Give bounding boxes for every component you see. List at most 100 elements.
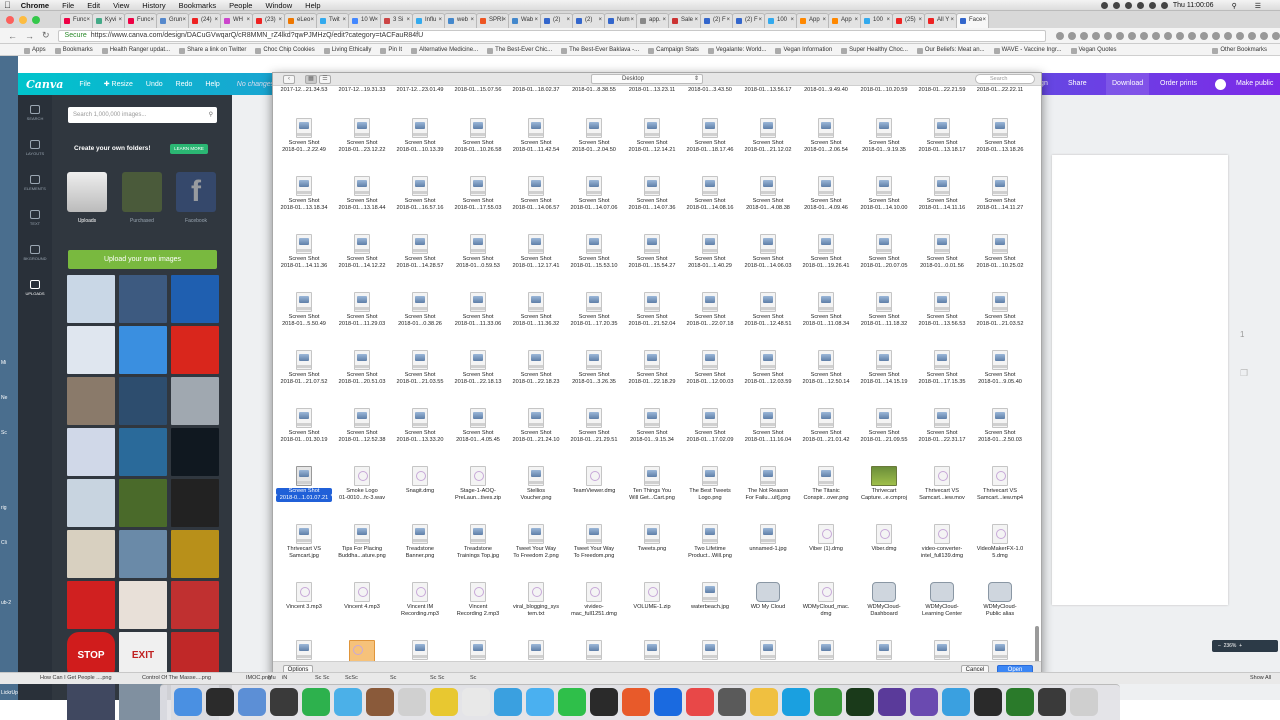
browser-tab[interactable]: Sale × [668, 13, 701, 28]
bookmark-item[interactable]: Choc Chip Cookies [255, 47, 315, 54]
download-item[interactable]: iN [282, 673, 287, 684]
extension-icon[interactable] [1236, 31, 1244, 40]
browser-tab[interactable]: web × [444, 13, 477, 28]
tab-close-icon[interactable]: × [822, 14, 826, 27]
zoom-window-icon[interactable] [32, 16, 40, 24]
file-item[interactable]: Screen Shot 2018-01...0.59.53 [449, 226, 507, 284]
file-item[interactable]: Screen Shot 2018-01...14.11.36 [275, 226, 333, 284]
file-item[interactable]: Ten Things You Will Get...Cart.png [623, 458, 681, 516]
canva-menu-help[interactable]: Help [205, 81, 219, 88]
file-item[interactable]: Screen Shot 2018-01...14.07.36 [623, 168, 681, 226]
browser-tab[interactable]: (2) F × [732, 13, 765, 28]
file-item[interactable]: Screen Shot 2018-01...14.11.16 [913, 168, 971, 226]
browser-tab[interactable]: Func × [60, 13, 93, 28]
file-item[interactable]: Screen Shot 2018-01...17.15.35 [913, 342, 971, 400]
desktop-icon-label[interactable]: LickrUpl [1, 690, 19, 696]
uploaded-image-thumbnail[interactable] [119, 275, 167, 323]
tab-close-icon[interactable]: × [726, 14, 730, 27]
zoom-out-icon[interactable]: – [1218, 643, 1221, 649]
top-row-file-label[interactable]: 2018-01...13.56.17 [739, 86, 797, 96]
tab-close-icon[interactable]: × [886, 14, 890, 27]
file-item[interactable] [971, 632, 1029, 661]
tab-close-icon[interactable]: × [182, 14, 186, 27]
browser-tab[interactable]: (2) F × [700, 13, 733, 28]
finder-icon[interactable] [174, 688, 202, 716]
browser-tab[interactable]: eLeo × [284, 13, 317, 28]
file-item[interactable]: Tweet Your Way To Freedom 2.png [507, 516, 565, 574]
bookmark-item[interactable]: Pin It [380, 47, 402, 54]
siri-icon[interactable] [206, 688, 234, 716]
menu-window[interactable]: Window [265, 1, 292, 10]
app-icon[interactable] [622, 688, 650, 716]
browser-tab[interactable]: Twit × [316, 13, 349, 28]
skype-icon[interactable] [814, 688, 842, 716]
image-search-input[interactable]: Search 1,000,000 images... ⚲ [68, 107, 217, 123]
uploads-tab[interactable]: Uploads [67, 218, 107, 224]
photos-icon[interactable] [750, 688, 778, 716]
file-item[interactable]: viral_blogging_sys tem.txt [507, 574, 565, 632]
tab-close-icon[interactable]: × [630, 14, 634, 27]
tab-close-icon[interactable]: × [918, 14, 922, 27]
download-item[interactable]: Control Of The Masse....png [142, 673, 211, 684]
file-item[interactable]: Screen Shot 2018-01...12.17.41 [507, 226, 565, 284]
bookmark-item[interactable]: Apps [24, 47, 46, 54]
uploaded-image-thumbnail[interactable] [171, 326, 219, 374]
file-item[interactable]: Screen Shot 2018-01...1.40.29 [681, 226, 739, 284]
menu-help[interactable]: Help [305, 1, 320, 10]
browser-tab[interactable]: Influ × [412, 13, 445, 28]
tab-close-icon[interactable]: × [86, 14, 90, 27]
file-item[interactable]: Screen Shot 2018-01...2.22.49 [275, 110, 333, 168]
file-item[interactable]: WDMyCloud- Learning Center [913, 574, 971, 632]
tab-close-icon[interactable]: × [310, 14, 314, 27]
menu-people[interactable]: People [229, 1, 252, 10]
zoom-icon[interactable] [782, 688, 810, 716]
file-item[interactable]: Treadstone Trainings Top.jpg [449, 516, 507, 574]
file-item[interactable]: Screen Shot 2018-01...10.13.39 [391, 110, 449, 168]
file-item[interactable]: Treadstone Banner.png [391, 516, 449, 574]
file-item[interactable]: Screen Shot 2018-01...20.51.03 [333, 342, 391, 400]
tab-close-icon[interactable]: × [438, 14, 442, 27]
file-item[interactable]: Screen Shot 2018-01...21.24.10 [507, 400, 565, 458]
file-item[interactable]: Screen Shot 2018-01...12.14.21 [623, 110, 681, 168]
file-item[interactable]: Screen Shot 2018-01...13.18.17 [913, 110, 971, 168]
file-item[interactable] [739, 632, 797, 661]
file-item[interactable]: Screen Shot 2018-01...12.50.14 [797, 342, 855, 400]
viber-icon[interactable] [878, 688, 906, 716]
file-item[interactable]: Screen Shot 2018-01...2.04.50 [565, 110, 623, 168]
facebook-icon[interactable]: f [176, 172, 216, 212]
extension-icon[interactable] [1272, 31, 1280, 40]
tab-close-icon[interactable]: × [470, 14, 474, 27]
file-item[interactable]: Screen Shot 2018-01...13.18.44 [333, 168, 391, 226]
file-item[interactable]: Screen Shot 2018-01...2.06.54 [797, 110, 855, 168]
uploaded-image-thumbnail[interactable] [67, 683, 115, 720]
forward-icon[interactable]: → [25, 31, 34, 41]
extension-icon[interactable] [1188, 31, 1196, 40]
file-item[interactable]: Screen Shot 2018-01...4.09.46 [797, 168, 855, 226]
location-popup[interactable]: Desktop ⇕ [591, 74, 703, 84]
extension-icon[interactable] [1080, 31, 1088, 40]
top-row-file-label[interactable]: 2018-01...8.38.55 [565, 86, 623, 96]
file-item[interactable]: Screen Shot 2018-01...22.07.18 [681, 284, 739, 342]
browser-tab[interactable]: (2) × [540, 13, 573, 28]
file-item[interactable] [623, 632, 681, 661]
file-item[interactable] [681, 632, 739, 661]
extension-icon[interactable] [1260, 31, 1268, 40]
spotlight-icon[interactable]: ⚲ [1232, 2, 1237, 10]
file-item[interactable]: Two Lifetime Product...Will.png [681, 516, 739, 574]
app-icon[interactable] [1038, 688, 1066, 716]
tab-close-icon[interactable]: × [694, 14, 698, 27]
tab-close-icon[interactable]: × [118, 14, 122, 27]
bookmark-item[interactable]: WAVE - Vaccine Ingr... [993, 47, 1062, 54]
bookmark-star-icon[interactable] [1056, 31, 1064, 40]
desktop-icon-label[interactable]: rig [1, 505, 7, 511]
rail-uploads[interactable]: UPLOADS [18, 280, 52, 296]
file-item[interactable]: Screen Shot 2018-01...22.18.29 [623, 342, 681, 400]
top-row-file-label[interactable]: 2018-01...18.02.37 [507, 86, 565, 96]
file-item[interactable] [333, 632, 391, 661]
file-item[interactable]: Screen Shot 2018-01...21.01.42 [797, 400, 855, 458]
browser-tab[interactable]: Wab × [508, 13, 541, 28]
learn-more-button[interactable]: LEARN MORE [170, 144, 208, 154]
file-item[interactable]: Screen Shot 2018-01...3.26.35 [565, 342, 623, 400]
bookmark-item[interactable]: Bookmarks [54, 47, 93, 54]
file-item[interactable]: Screen Shot 2018-01...14.10.00 [855, 168, 913, 226]
